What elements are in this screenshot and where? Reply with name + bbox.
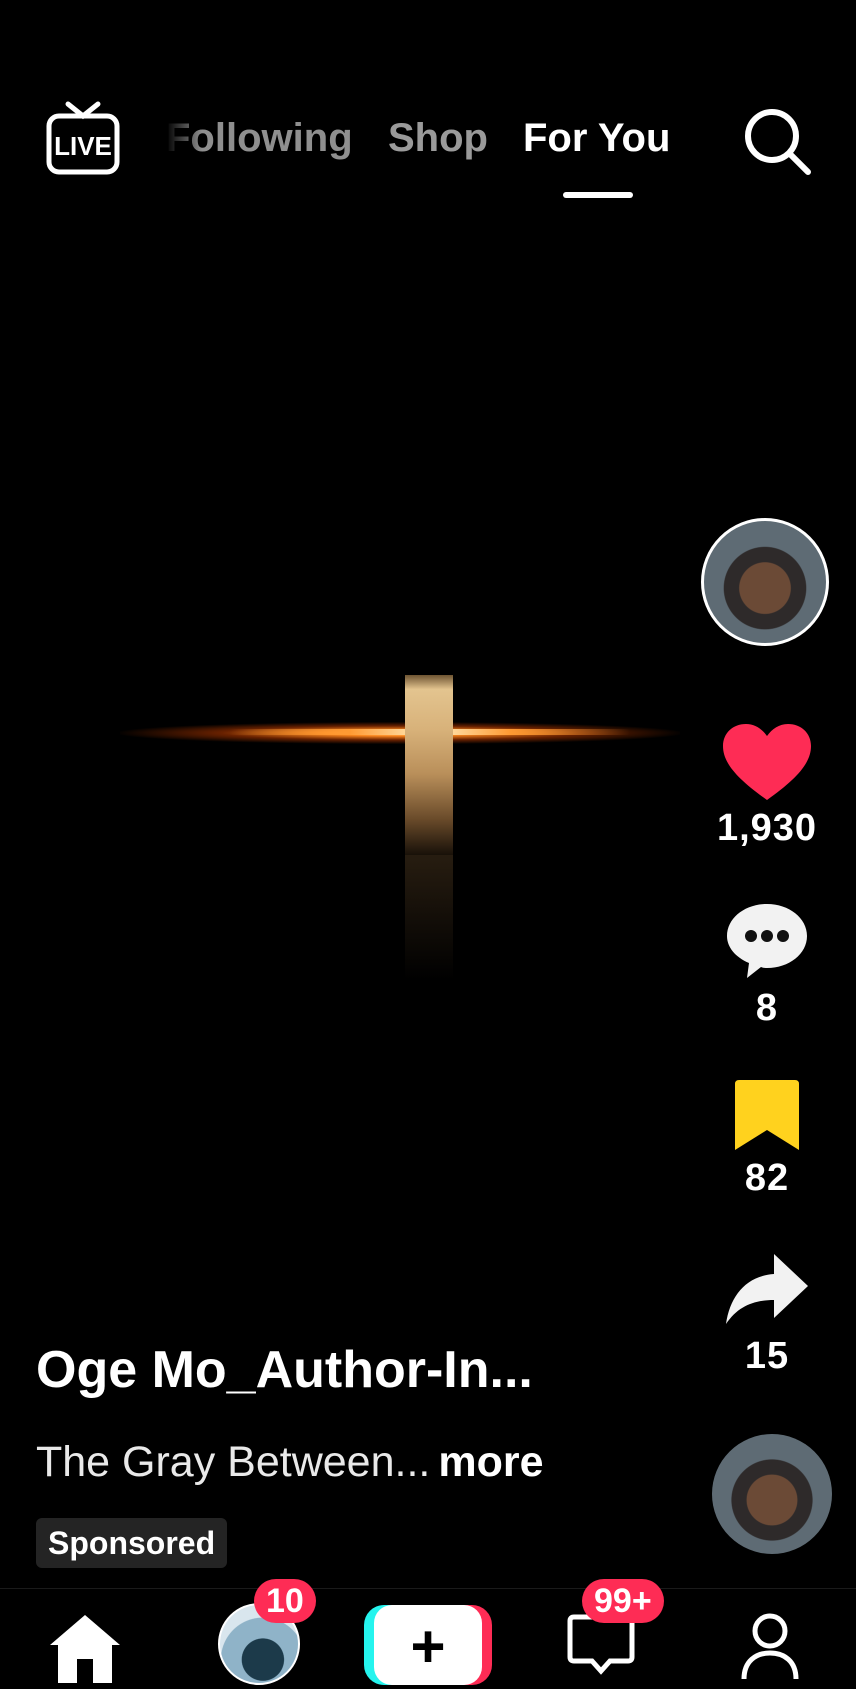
save-count: 82 [744, 1157, 790, 1199]
nav-home[interactable] [48, 1613, 122, 1683]
cross-reflection [405, 855, 453, 980]
tab-for-you[interactable]: For You [523, 112, 670, 164]
share-count: 15 [744, 1335, 790, 1377]
nav-profile[interactable] [740, 1611, 800, 1681]
active-tab-indicator [563, 192, 633, 198]
creator-username[interactable]: Oge Mo_Author-In... [36, 1338, 533, 1402]
more-link[interactable]: more [438, 1438, 543, 1486]
heart-icon [723, 724, 811, 800]
cross-vertical-beam [405, 675, 453, 855]
creator-avatar[interactable] [701, 518, 829, 646]
like-count: 1,930 [716, 807, 818, 849]
search-button[interactable] [740, 104, 814, 178]
like-button[interactable]: 1,930 [700, 722, 834, 850]
comment-count: 8 [755, 987, 779, 1029]
video-caption: The Gray Between... more [36, 1436, 544, 1488]
bookmark-icon [735, 1080, 799, 1150]
friends-notification-badge: 10 [254, 1579, 316, 1623]
live-tv-icon: LIVE [46, 101, 120, 175]
tab-following[interactable]: Following [166, 112, 353, 164]
profile-person-icon [741, 1613, 799, 1680]
live-button[interactable]: LIVE [46, 100, 120, 176]
live-label: LIVE [54, 131, 112, 161]
music-disc-avatar[interactable] [712, 1434, 832, 1554]
save-button[interactable]: 82 [700, 1078, 834, 1200]
home-icon [50, 1615, 120, 1683]
share-arrow-icon [726, 1254, 808, 1324]
tab-shop[interactable]: Shop [388, 112, 488, 164]
sponsored-badge: Sponsored [36, 1518, 228, 1568]
top-navigation: LIVE Following Shop For You [0, 0, 856, 210]
caption-text: The Gray Between... [36, 1438, 431, 1486]
create-button[interactable]: + [364, 1605, 492, 1685]
inbox-notification-badge: 99+ [582, 1579, 664, 1623]
plus-icon: + [374, 1605, 482, 1685]
share-button[interactable]: 15 [700, 1250, 834, 1378]
search-icon [745, 109, 811, 175]
comment-bubble-icon [727, 904, 807, 978]
comment-button[interactable]: 8 [700, 900, 834, 1030]
bottom-navigation: 10 + 99+ [0, 1579, 856, 1685]
